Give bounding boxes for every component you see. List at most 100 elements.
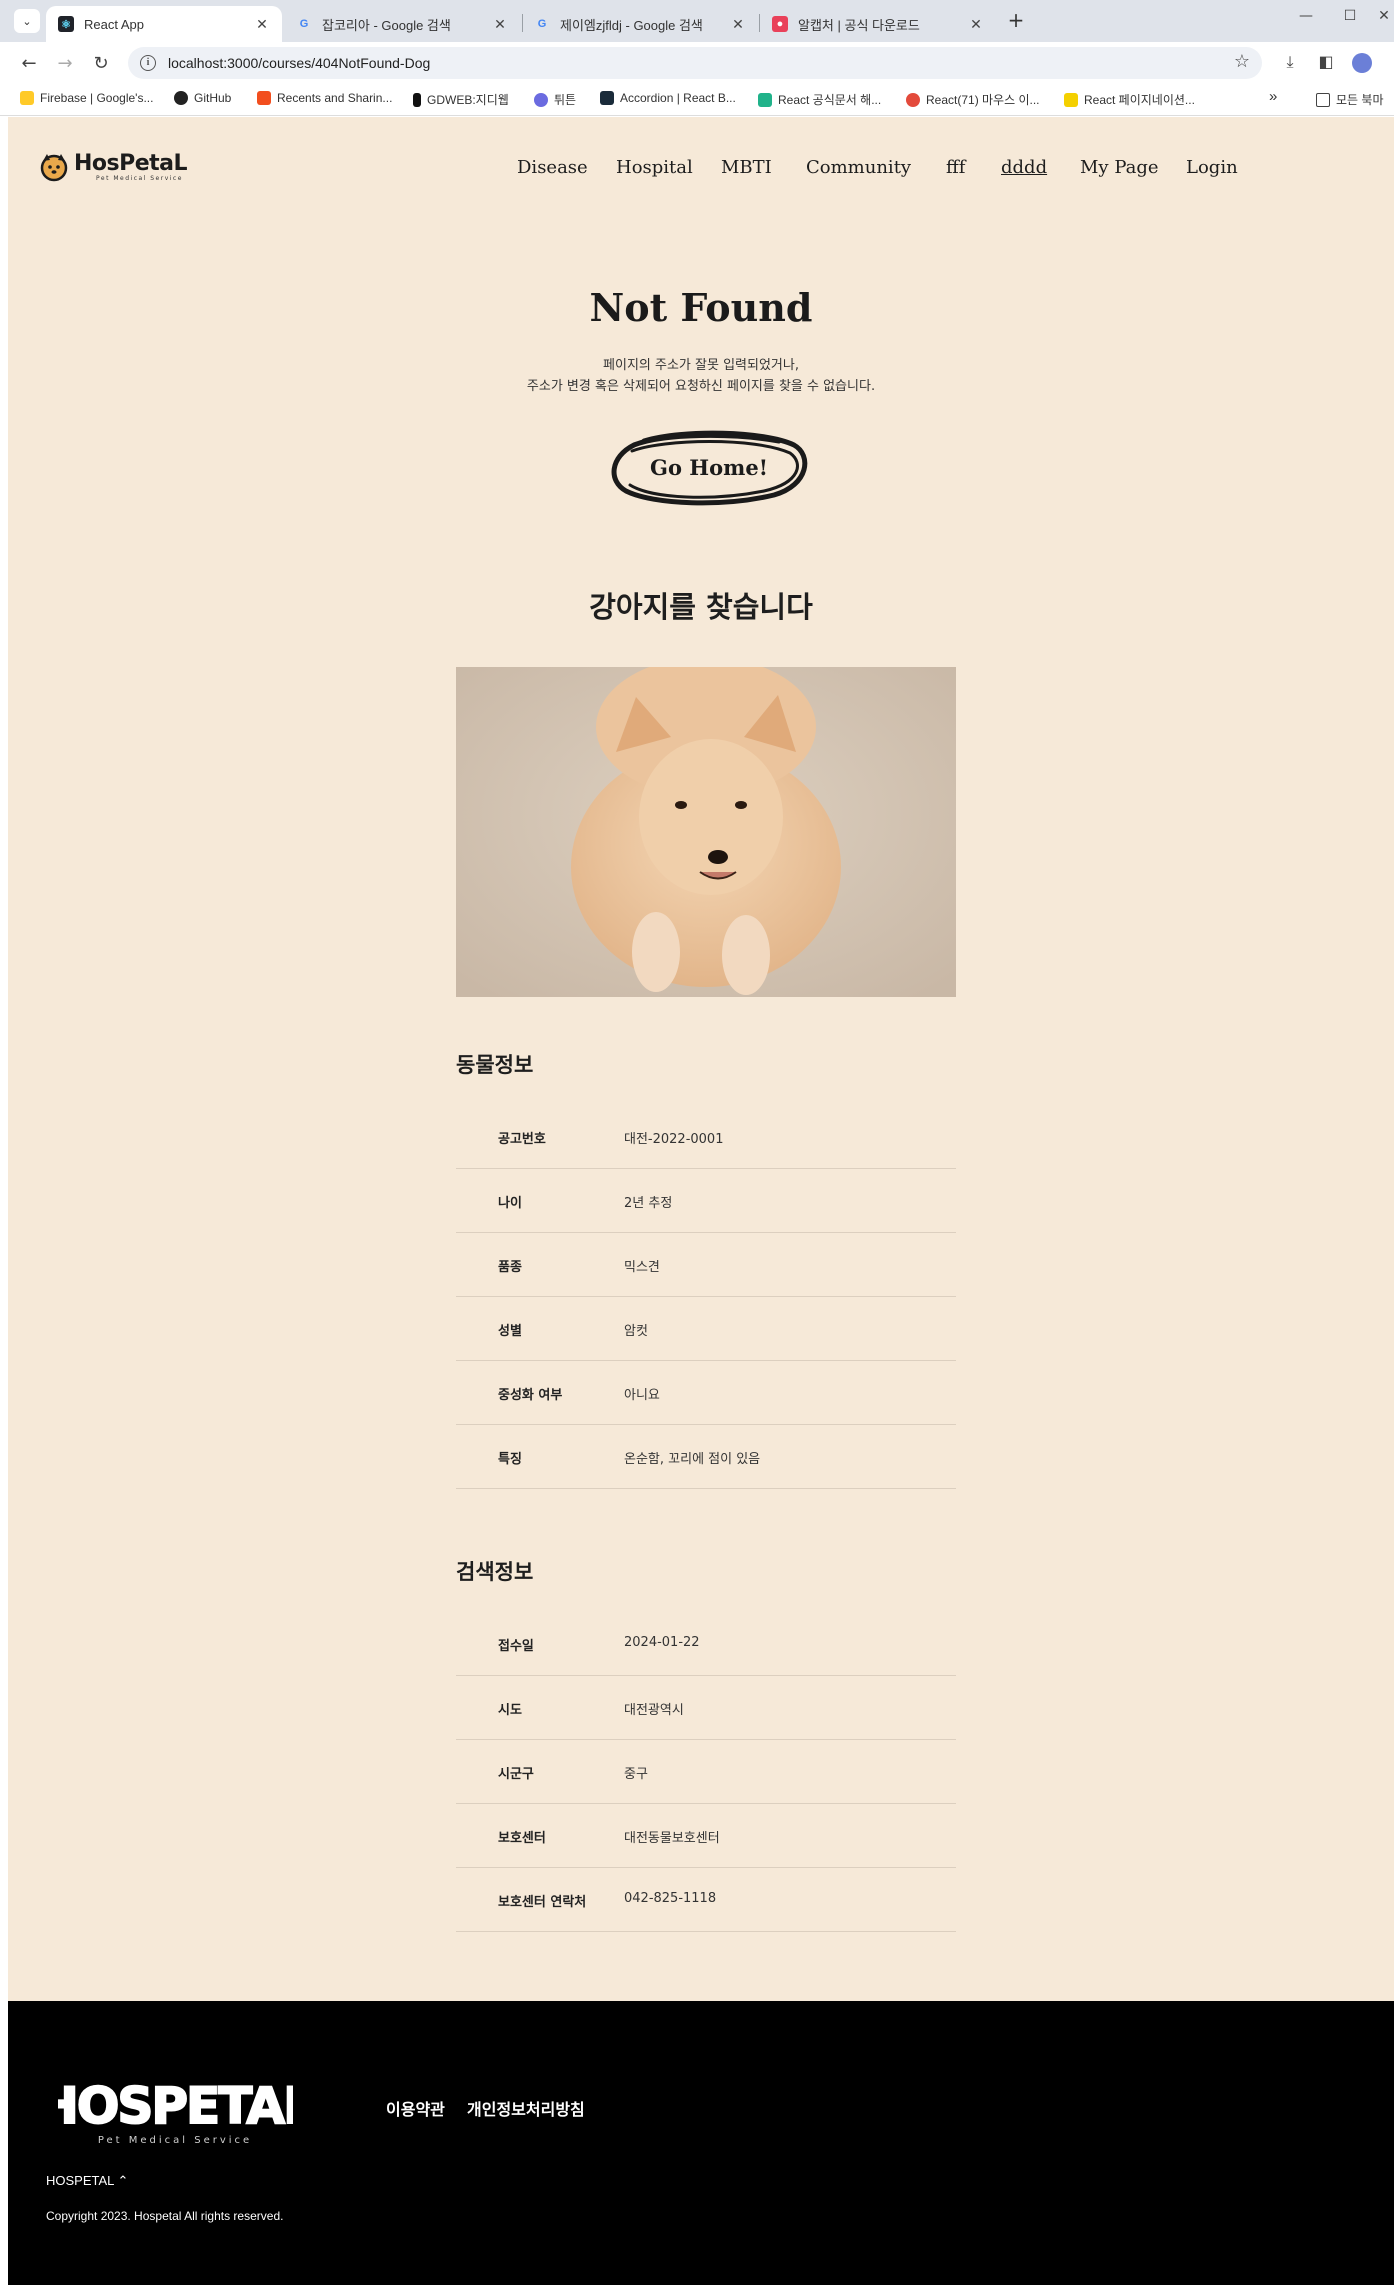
- google-favicon-icon: G: [537, 18, 547, 30]
- footer-logo[interactable]: HOSPETAL Pet Medical Service: [36, 2073, 317, 2153]
- tab-close-icon[interactable]: ✕: [968, 16, 984, 33]
- bookmark-twitten[interactable]: 튀튼: [534, 91, 576, 108]
- info-row-sex: 성별 암컷: [456, 1297, 956, 1361]
- tab-alcapture[interactable]: ● 알캡처 | 공식 다운로드 ✕: [760, 6, 996, 42]
- info-value: 대전광역시: [624, 1703, 684, 1718]
- info-value: 온순함, 꼬리에 점이 있음: [624, 1452, 761, 1467]
- info-value: 아니요: [624, 1388, 660, 1403]
- info-row-received-date: 접수일 2024-01-22: [456, 1612, 956, 1676]
- nav-disease[interactable]: Disease: [517, 157, 588, 178]
- gdweb-icon: [413, 92, 421, 107]
- tab-close-icon[interactable]: ✕: [492, 16, 508, 33]
- not-found-message-line1: 페이지의 주소가 잘못 입력되었거나,: [603, 358, 799, 373]
- twitten-icon: [534, 92, 548, 107]
- terms-link[interactable]: 이용약관: [386, 2096, 445, 2120]
- info-row-province: 시도 대전광역시: [456, 1676, 956, 1740]
- tab-title: 알캡처 | 공식 다운로드: [798, 17, 920, 33]
- github-icon: [174, 91, 188, 105]
- tab-jm-search[interactable]: G 제이엠zjfldj - Google 검색 ✕: [522, 6, 758, 42]
- info-row-district: 시군구 중구: [456, 1740, 956, 1804]
- address-bar[interactable]: i localhost:3000/courses/404NotFound-Dog…: [128, 47, 1262, 79]
- maximize-icon[interactable]: ☐: [1330, 8, 1370, 24]
- reload-icon[interactable]: ↻: [88, 51, 114, 77]
- info-row-neutered: 중성화 여부 아니요: [456, 1361, 956, 1425]
- info-label: 나이: [498, 1196, 522, 1211]
- info-label: 성별: [498, 1324, 522, 1339]
- info-value: 암컷: [624, 1324, 648, 1339]
- footer-logo-subtitle: Pet Medical Service: [98, 2135, 252, 2146]
- bookmark-react-mouse[interactable]: React(71) 마우스 이...: [906, 91, 1040, 108]
- browser-tab-bar: ⌄ ⚛ React App ✕ G 잡코리아 - Google 검색 ✕ G 제…: [0, 0, 1394, 42]
- info-row-shelter-contact: 보호센터 연락처 042-825-1118: [456, 1868, 956, 1932]
- tab-search-chevron-icon[interactable]: ⌄: [14, 9, 40, 33]
- nav-community[interactable]: Community: [806, 157, 911, 178]
- nav-my-page[interactable]: My Page: [1080, 157, 1159, 178]
- back-arrow-icon[interactable]: ←: [16, 51, 42, 77]
- bookmark-github[interactable]: GitHub: [174, 91, 231, 105]
- firebase-icon: [20, 91, 34, 105]
- tab-close-icon[interactable]: ✕: [730, 16, 746, 33]
- close-window-icon[interactable]: ✕: [1374, 8, 1394, 24]
- nav-login[interactable]: Login: [1186, 157, 1238, 178]
- bookmark-figma[interactable]: Recents and Sharin...: [257, 91, 392, 105]
- tab-title: 잡코리아 - Google 검색: [322, 17, 451, 33]
- info-label: 접수일: [498, 1639, 534, 1654]
- tistory-icon: [906, 92, 920, 107]
- privacy-policy-link[interactable]: 개인정보처리방침: [467, 2096, 585, 2120]
- figma-icon: [257, 91, 271, 105]
- go-home-button[interactable]: Go Home!: [604, 427, 814, 509]
- nav-dddd[interactable]: dddd: [1001, 157, 1047, 178]
- info-row-features: 특징 온순함, 꼬리에 점이 있음: [456, 1425, 956, 1489]
- not-found-message-line2: 주소가 변경 혹은 삭제되어 요청하신 페이지를 찾을 수 없습니다.: [526, 379, 876, 394]
- side-panel-icon[interactable]: ◧: [1314, 52, 1338, 74]
- dog-logo-icon: [40, 154, 68, 182]
- tab-title: 제이엠zjfldj - Google 검색: [560, 17, 703, 33]
- tab-react-app[interactable]: ⚛ React App ✕: [46, 6, 282, 42]
- more-bookmarks-icon[interactable]: »: [1269, 88, 1277, 105]
- velog-icon: [758, 92, 772, 107]
- bookmarks-bar: Firebase | Google's... GitHub Recents an…: [0, 84, 1394, 116]
- forward-arrow-icon[interactable]: →: [52, 51, 78, 77]
- alcapture-favicon-icon: ●: [772, 16, 788, 32]
- go-home-label: Go Home!: [650, 455, 768, 480]
- bookmark-react-docs[interactable]: React 공식문서 해...: [758, 91, 881, 108]
- info-value: 중구: [624, 1767, 648, 1782]
- dog-photo: [456, 667, 956, 997]
- nav-fff[interactable]: fff: [946, 157, 965, 178]
- nav-mbti[interactable]: MBTI: [721, 157, 772, 178]
- dog-image: [456, 667, 956, 997]
- info-label: 중성화 여부: [498, 1388, 563, 1403]
- all-bookmarks-folder[interactable]: 모든 북마: [1316, 91, 1384, 108]
- site-logo[interactable]: HosPetaL Pet Medical Service: [38, 147, 188, 187]
- download-icon[interactable]: ⤓: [1278, 52, 1302, 74]
- bookmark-accordion[interactable]: Accordion | React B...: [600, 91, 736, 105]
- logo-text: HosPetaL: [74, 150, 188, 176]
- info-label: 공고번호: [498, 1132, 546, 1147]
- minimize-icon[interactable]: —: [1286, 8, 1326, 24]
- info-label: 시군구: [498, 1767, 534, 1782]
- logo-subtitle: Pet Medical Service: [96, 174, 183, 182]
- site-info-icon[interactable]: i: [140, 55, 156, 71]
- new-tab-icon[interactable]: +: [1003, 8, 1029, 34]
- bookmark-gdweb[interactable]: GDWEB:지디웹: [413, 91, 509, 108]
- lost-dog-heading: 강아지를 찾습니다: [589, 590, 813, 624]
- info-value: 2년 추정: [624, 1196, 673, 1211]
- tab-close-icon[interactable]: ✕: [254, 16, 270, 33]
- bookmark-react-pagination[interactable]: React 페이지네이션...: [1064, 91, 1195, 108]
- tab-jobkorea-search[interactable]: G 잡코리아 - Google 검색 ✕: [284, 6, 520, 42]
- footer-brand-toggle[interactable]: HOSPETAL ⌃: [46, 2173, 128, 2189]
- bookmark-firebase[interactable]: Firebase | Google's...: [20, 91, 153, 105]
- bookmark-star-icon[interactable]: ☆: [1234, 51, 1250, 72]
- profile-avatar[interactable]: [1352, 53, 1372, 73]
- nav-hospital[interactable]: Hospital: [616, 157, 693, 178]
- footer-logo-text: HOSPETAL: [58, 2077, 293, 2135]
- site-footer: HOSPETAL Pet Medical Service 이용약관 개인정보처리…: [8, 2001, 1394, 2285]
- info-value: 대전동물보호센터: [624, 1831, 720, 1846]
- browser-toolbar: ← → ↻ i localhost:3000/courses/404NotFou…: [0, 42, 1394, 84]
- info-value: 믹스견: [624, 1260, 660, 1275]
- info-value: 대전-2022-0001: [624, 1132, 724, 1147]
- info-label: 보호센터: [498, 1831, 546, 1846]
- info-row-notice-number: 공고번호 대전-2022-0001: [456, 1105, 956, 1169]
- url-text: localhost:3000/courses/404NotFound-Dog: [168, 55, 431, 71]
- info-label: 보호센터 연락처: [498, 1895, 587, 1910]
